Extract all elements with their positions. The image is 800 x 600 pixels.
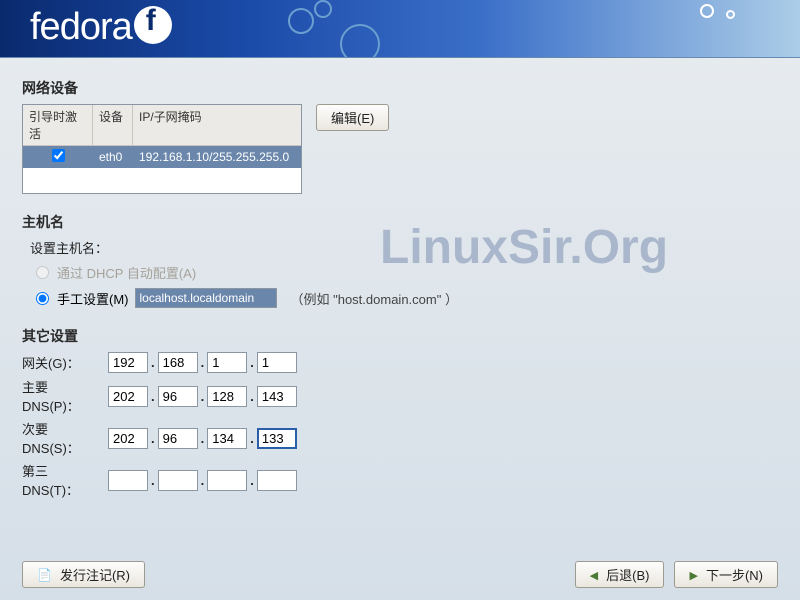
gateway-label: 网关(G)： (22, 353, 108, 372)
col-ipmask[interactable]: IP/子网掩码 (133, 105, 301, 145)
secondary-dns-label: 次要 DNS(S)： (22, 419, 108, 457)
table-row[interactable]: eth0 192.168.1.10/255.255.255.0 (23, 146, 301, 168)
content-area: 网络设备 引导时激活 设备 IP/子网掩码 eth0 192.168.1.10/… (0, 58, 800, 499)
gateway-oct4[interactable] (257, 352, 297, 373)
primary-dns-label: 主要 DNS(P)： (22, 377, 108, 415)
release-notes-button[interactable]: 发行注记(R) (22, 561, 145, 588)
active-checkbox[interactable] (52, 149, 65, 162)
gateway-oct1[interactable] (108, 352, 148, 373)
network-devices-title: 网络设备 (22, 78, 778, 98)
bubble-icon (314, 0, 332, 18)
tertiary-dns-label: 第三 DNS(T)： (22, 461, 108, 499)
manual-radio[interactable] (36, 292, 49, 305)
arrow-left-icon (590, 567, 602, 582)
fedora-badge-icon (134, 6, 172, 44)
gateway-oct2[interactable] (158, 352, 198, 373)
hostname-title: 主机名 (22, 212, 778, 232)
sdns-oct4[interactable] (257, 428, 297, 449)
hostname-input[interactable] (135, 288, 277, 308)
manual-label: 手工设置(M) (57, 289, 129, 308)
arrow-right-icon (689, 567, 701, 582)
pdns-oct2[interactable] (158, 386, 198, 407)
tdns-oct4[interactable] (257, 470, 297, 491)
header: fedora (0, 0, 800, 58)
fedora-logo: fedora (30, 6, 172, 49)
bubble-icon (340, 24, 380, 58)
sdns-oct1[interactable] (108, 428, 148, 449)
bubble-icon (726, 10, 735, 19)
hostname-set-label: 设置主机名： (30, 238, 778, 257)
sdns-oct3[interactable] (207, 428, 247, 449)
tdns-oct1[interactable] (108, 470, 148, 491)
cell-ipmask: 192.168.1.10/255.255.255.0 (133, 147, 301, 167)
sdns-oct2[interactable] (158, 428, 198, 449)
pdns-oct1[interactable] (108, 386, 148, 407)
bubble-icon (288, 8, 314, 34)
back-button[interactable]: 后退(B) (575, 561, 665, 588)
tdns-oct3[interactable] (207, 470, 247, 491)
gateway-oct3[interactable] (207, 352, 247, 373)
next-button[interactable]: 下一步(N) (674, 561, 778, 588)
edit-button[interactable]: 编辑(E) (316, 104, 389, 131)
bubble-icon (700, 4, 714, 18)
dhcp-label: 通过 DHCP 自动配置(A) (57, 263, 196, 282)
col-active[interactable]: 引导时激活 (23, 105, 93, 145)
other-settings-title: 其它设置 (22, 326, 778, 346)
pdns-oct4[interactable] (257, 386, 297, 407)
network-device-table[interactable]: 引导时激活 设备 IP/子网掩码 eth0 192.168.1.10/255.2… (22, 104, 302, 194)
dhcp-radio (36, 266, 49, 279)
hostname-hint: （例如 "host.domain.com" ） (291, 289, 458, 308)
tdns-oct2[interactable] (158, 470, 198, 491)
document-icon (37, 567, 56, 582)
pdns-oct3[interactable] (207, 386, 247, 407)
cell-device: eth0 (93, 147, 133, 167)
footer: 发行注记(R) 后退(B) 下一步(N) (22, 561, 778, 588)
col-device[interactable]: 设备 (93, 105, 133, 145)
